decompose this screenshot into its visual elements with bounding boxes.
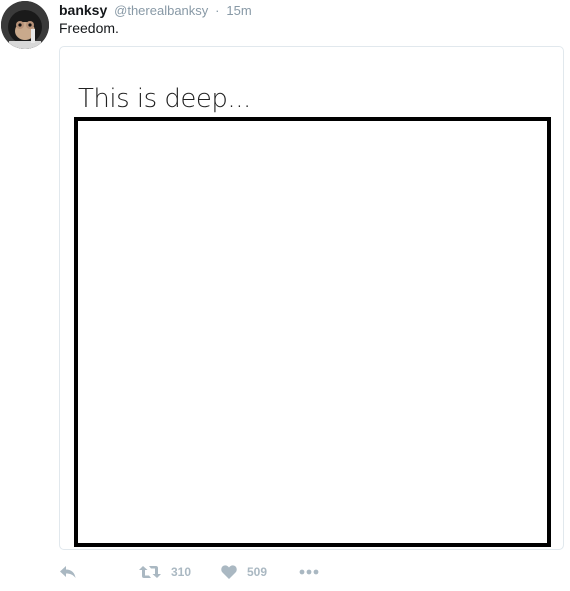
retweet-count: 310: [171, 565, 192, 579]
meme-empty-box: [74, 117, 551, 547]
timestamp[interactable]: 15m: [226, 3, 251, 18]
tweet-actions: 310 509: [59, 562, 359, 582]
tweet-text: Freedom.: [59, 20, 119, 36]
meme-caption: This is deep...: [78, 84, 251, 114]
more-dots-icon: [299, 569, 319, 575]
reply-icon: [60, 566, 76, 578]
tweet-header: banksy @therealbanksy · 15m: [59, 1, 252, 19]
more-button[interactable]: [299, 562, 319, 582]
tweet: banksy @therealbanksy · 15m Freedom. Thi…: [0, 0, 570, 591]
retweet-icon: [139, 566, 161, 578]
user-handle[interactable]: @therealbanksy: [114, 3, 208, 18]
avatar[interactable]: [1, 1, 49, 49]
retweet-button[interactable]: 310: [139, 562, 191, 582]
reply-button[interactable]: [59, 562, 77, 582]
like-button[interactable]: 509: [221, 562, 267, 582]
header-separator: ·: [215, 3, 220, 18]
heart-icon: [221, 565, 237, 579]
monkey-avatar-icon: [1, 1, 49, 49]
user-name[interactable]: banksy: [59, 2, 107, 18]
media-card[interactable]: This is deep...: [59, 46, 564, 550]
like-count: 509: [247, 565, 268, 579]
